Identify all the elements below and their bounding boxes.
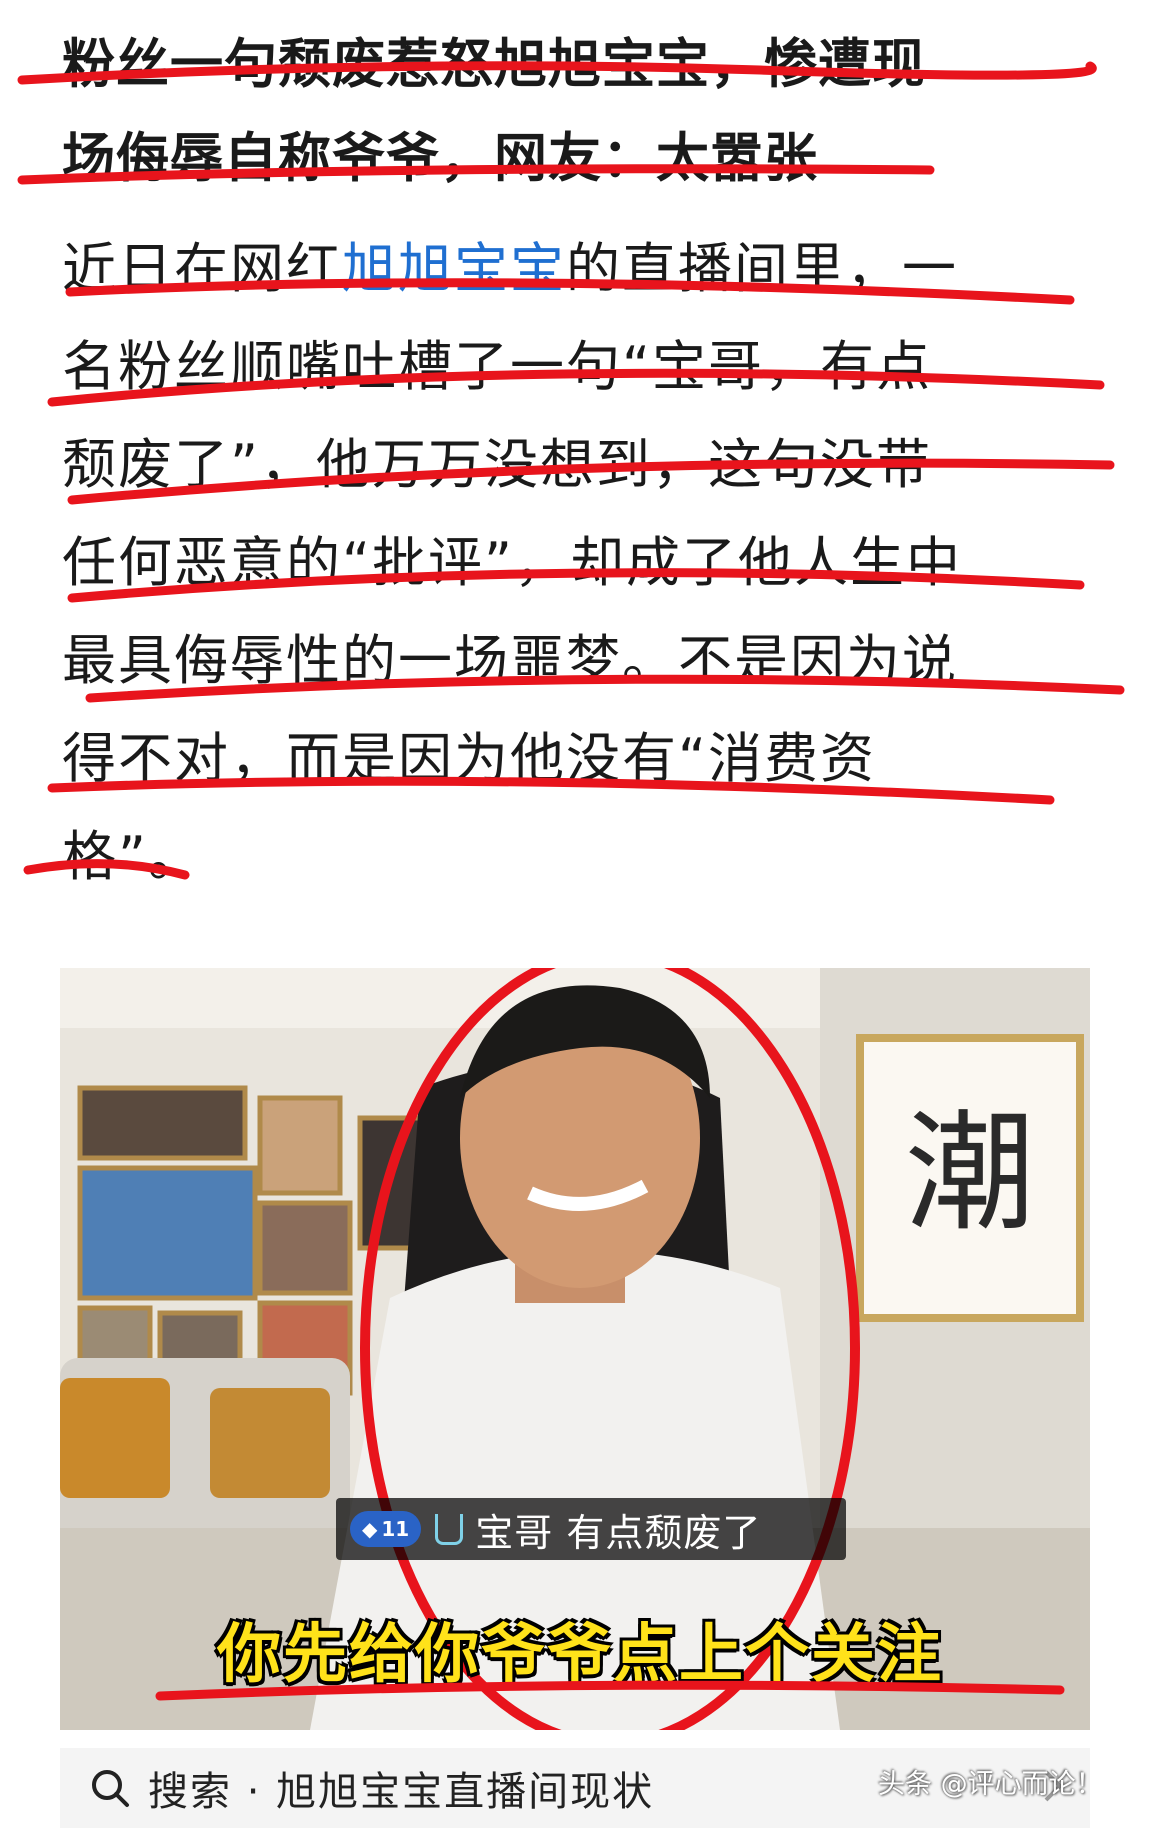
underline-mark bbox=[17, 61, 1097, 85]
underline-mark bbox=[65, 278, 1075, 305]
underline-mark bbox=[67, 458, 1115, 505]
underline-mark bbox=[47, 776, 1055, 805]
underline-mark bbox=[23, 859, 190, 880]
underline-mark bbox=[85, 674, 1125, 703]
red-underline-annotations bbox=[17, 61, 1125, 880]
subtitle-underline bbox=[155, 1680, 1065, 1701]
underline-mark bbox=[47, 368, 1105, 407]
underline-mark bbox=[17, 164, 935, 185]
underline-mark bbox=[67, 568, 1085, 603]
search-query: 搜索 · 旭旭宝宝直播间现状 bbox=[148, 1769, 655, 1815]
source-watermark: 头条 @评心而论！ bbox=[878, 1769, 1103, 1800]
video-screenshot: 潮 ◆ 11 宝哥 有点颓废了 你先给你爷爷点上个关注 bbox=[60, 968, 1090, 1730]
search-icon bbox=[92, 1770, 129, 1807]
